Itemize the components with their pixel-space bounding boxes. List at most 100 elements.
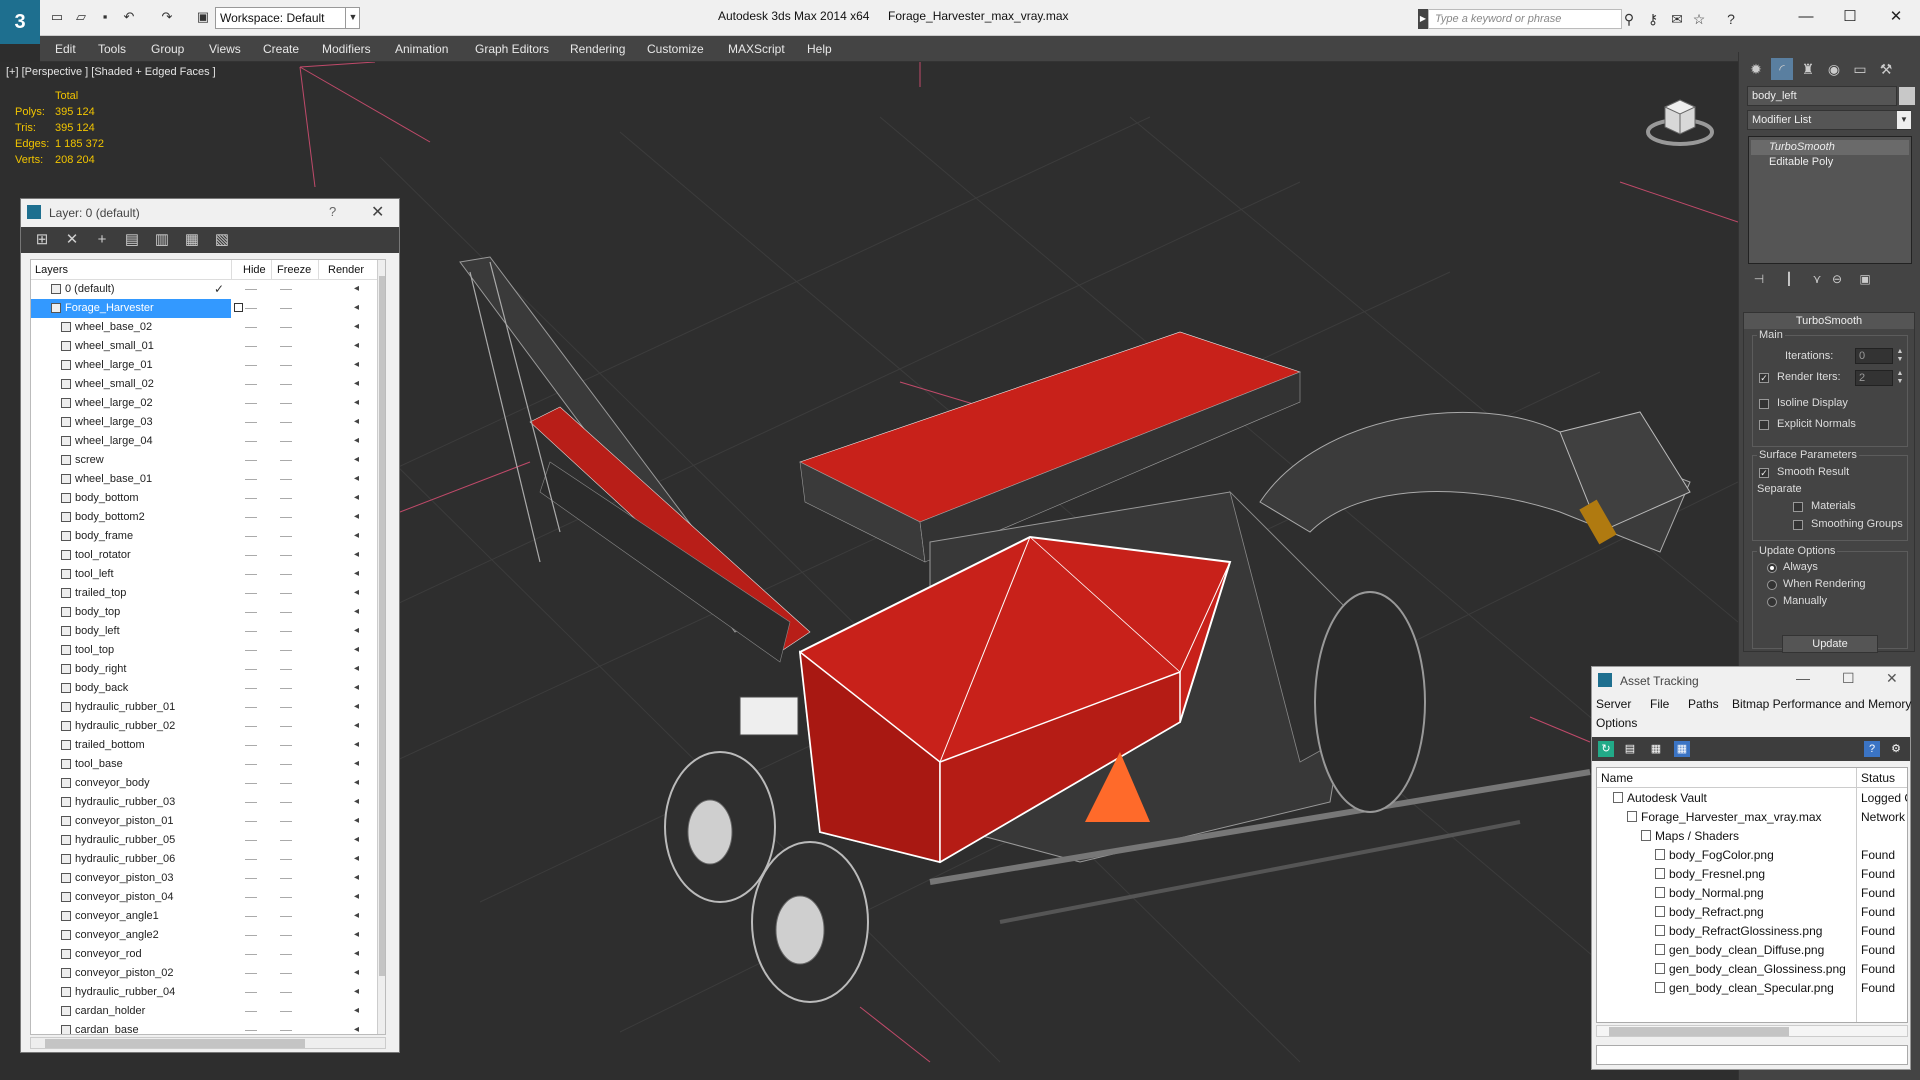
project-folder-icon[interactable]: ▣ <box>194 8 212 26</box>
hide-toggle[interactable] <box>245 555 257 556</box>
layer-row[interactable]: conveyor_angle1 ◂ <box>31 907 377 926</box>
motion-tab-icon[interactable]: ◉ <box>1823 58 1845 80</box>
layer-row[interactable]: hydraulic_rubber_03 ◂ <box>31 793 377 812</box>
freeze-toggle[interactable] <box>280 992 292 993</box>
create-tab-icon[interactable]: ✹ <box>1745 58 1767 80</box>
scrollbar-thumb[interactable] <box>379 276 385 976</box>
hide-toggle[interactable] <box>245 840 257 841</box>
hide-toggle[interactable] <box>245 1011 257 1012</box>
remove-modifier-icon[interactable]: ⊖ <box>1829 272 1845 288</box>
explicit-normals-checkbox[interactable] <box>1759 420 1769 430</box>
hide-toggle[interactable] <box>245 783 257 784</box>
open-file-icon[interactable]: ▱ <box>72 8 90 26</box>
render-teapot-icon[interactable]: ◂ <box>354 531 366 541</box>
add-selection-icon[interactable]: + <box>93 231 111 249</box>
settings-icon[interactable]: ⚙ <box>1888 741 1904 757</box>
hide-toggle[interactable] <box>245 365 257 366</box>
stack-item-editable-poly[interactable]: Editable Poly <box>1751 155 1909 170</box>
viewcube-icon[interactable] <box>1645 92 1715 150</box>
render-teapot-icon[interactable]: ◂ <box>354 569 366 579</box>
layer-row[interactable]: conveyor_rod ◂ <box>31 945 377 964</box>
render-teapot-icon[interactable]: ◂ <box>354 968 366 978</box>
hide-toggle[interactable] <box>245 346 257 347</box>
chevron-down-icon[interactable]: ▼ <box>345 7 360 29</box>
hide-toggle[interactable] <box>245 1030 257 1031</box>
hide-toggle[interactable] <box>245 289 257 290</box>
freeze-toggle[interactable] <box>280 726 292 727</box>
freeze-toggle[interactable] <box>280 840 292 841</box>
layer-row[interactable]: hydraulic_rubber_06 ◂ <box>31 850 377 869</box>
column-layers[interactable]: Layers <box>35 264 68 276</box>
render-teapot-icon[interactable]: ◂ <box>354 588 366 598</box>
render-teapot-icon[interactable]: ◂ <box>354 721 366 731</box>
layer-row[interactable]: body_back ◂ <box>31 679 377 698</box>
make-unique-icon[interactable]: ⋎ <box>1809 272 1825 288</box>
render-teapot-icon[interactable]: ◂ <box>354 987 366 997</box>
configure-sets-icon[interactable]: ▣ <box>1857 272 1873 288</box>
modifier-list-dropdown[interactable]: Modifier List <box>1747 110 1911 130</box>
layer-row[interactable]: wheel_large_01 ◂ <box>31 356 377 375</box>
render-teapot-icon[interactable]: ◂ <box>354 797 366 807</box>
render-teapot-icon[interactable]: ◂ <box>354 474 366 484</box>
hide-toggle[interactable] <box>245 745 257 746</box>
freeze-toggle[interactable] <box>280 479 292 480</box>
freeze-toggle[interactable] <box>280 384 292 385</box>
hide-toggle[interactable] <box>245 422 257 423</box>
render-teapot-icon[interactable]: ◂ <box>354 379 366 389</box>
materials-checkbox[interactable] <box>1793 502 1803 512</box>
layer-row[interactable]: cardan_base ◂ <box>31 1021 377 1034</box>
freeze-toggle[interactable] <box>280 707 292 708</box>
chevron-down-icon[interactable]: ▼ <box>1897 111 1911 129</box>
maximize-icon[interactable]: ☐ <box>1830 5 1870 29</box>
communication-icon[interactable]: ✉ <box>1668 10 1686 28</box>
hide-toggle[interactable] <box>245 308 257 309</box>
freeze-toggle[interactable] <box>280 745 292 746</box>
render-teapot-icon[interactable]: ◂ <box>354 398 366 408</box>
app-logo-button[interactable]: 3 <box>0 0 40 44</box>
menu-views[interactable]: Views <box>209 42 241 56</box>
freeze-toggle[interactable] <box>280 403 292 404</box>
minimize-icon[interactable]: — <box>1796 670 1810 686</box>
freeze-toggle[interactable] <box>280 954 292 955</box>
close-icon[interactable]: ✕ <box>1876 5 1916 29</box>
hide-toggle[interactable] <box>245 992 257 993</box>
column-status[interactable]: Status <box>1861 771 1895 785</box>
hide-toggle[interactable] <box>245 612 257 613</box>
freeze-toggle[interactable] <box>280 973 292 974</box>
pin-stack-icon[interactable]: ⊣ <box>1751 272 1767 288</box>
render-teapot-icon[interactable]: ◂ <box>354 892 366 902</box>
menu-tools[interactable]: Tools <box>98 42 126 56</box>
hide-toggle[interactable] <box>245 726 257 727</box>
hide-toggle[interactable] <box>245 916 257 917</box>
undo-icon[interactable]: ↶ <box>120 8 138 26</box>
help-icon[interactable]: ? <box>329 204 336 219</box>
asset-row[interactable]: body_FogColor.png Found <box>1597 845 1907 864</box>
layer-row[interactable]: conveyor_piston_04 ◂ <box>31 888 377 907</box>
menu-bitmap-performance[interactable]: Bitmap Performance and Memory <box>1732 697 1911 711</box>
render-teapot-icon[interactable]: ◂ <box>354 417 366 427</box>
asset-row[interactable]: Maps / Shaders <box>1597 826 1907 845</box>
highlight-layer-icon[interactable]: ▥ <box>153 231 171 249</box>
render-teapot-icon[interactable]: ◂ <box>354 702 366 712</box>
render-teapot-icon[interactable]: ◂ <box>354 1006 366 1016</box>
object-color-swatch[interactable] <box>1899 87 1915 105</box>
render-teapot-icon[interactable]: ◂ <box>354 949 366 959</box>
layer-row[interactable]: tool_left ◂ <box>31 565 377 584</box>
freeze-toggle[interactable] <box>280 574 292 575</box>
freeze-toggle[interactable] <box>280 631 292 632</box>
hide-toggle[interactable] <box>245 973 257 974</box>
layer-row[interactable]: body_left ◂ <box>31 622 377 641</box>
spinner-arrows-icon[interactable]: ▲ ▼ <box>1895 348 1905 364</box>
object-name-field[interactable]: body_left <box>1747 86 1897 106</box>
freeze-toggle[interactable] <box>280 612 292 613</box>
asset-row[interactable]: Autodesk Vault Logged O <box>1597 788 1907 807</box>
render-teapot-icon[interactable]: ◂ <box>354 664 366 674</box>
freeze-toggle[interactable] <box>280 650 292 651</box>
hide-toggle[interactable] <box>245 593 257 594</box>
layer-row[interactable]: body_right ◂ <box>31 660 377 679</box>
help-icon[interactable]: ? <box>1722 10 1740 28</box>
layer-row[interactable]: tool_base ◂ <box>31 755 377 774</box>
freeze-toggle[interactable] <box>280 821 292 822</box>
asset-row[interactable]: Forage_Harvester_max_vray.max Network <box>1597 807 1907 826</box>
layer-row[interactable]: body_bottom ◂ <box>31 489 377 508</box>
